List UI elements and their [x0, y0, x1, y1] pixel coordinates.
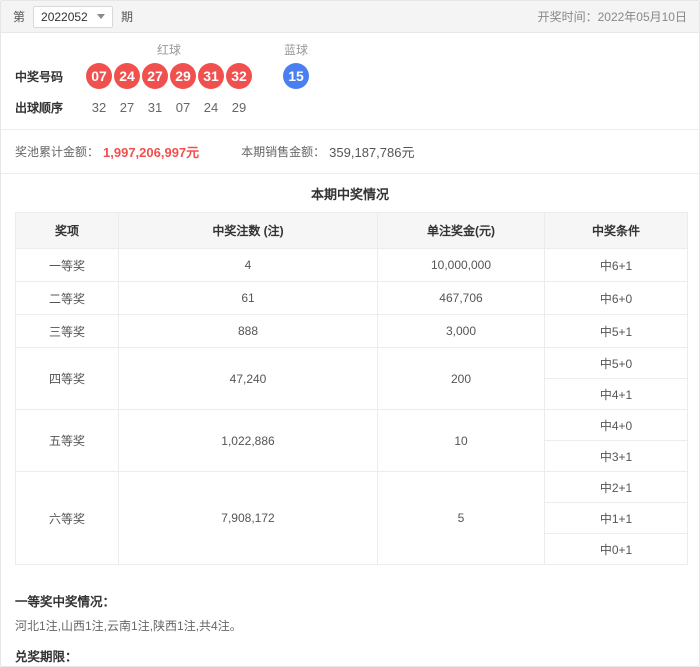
sales-label: 本期销售金额： [241, 143, 325, 160]
pool-sales-row: 奖池累计金额： 1,997,206,997元 本期销售金额： 359,187,7… [1, 129, 699, 173]
winning-numbers-label: 中奖号码 [15, 68, 86, 85]
win-condition: 中5+1 [545, 315, 688, 348]
winning-numbers-row: 中奖号码 07 24 27 29 31 32 15 [15, 63, 699, 89]
draw-order-number: 29 [226, 100, 252, 115]
red-ball: 31 [198, 63, 224, 89]
table-row: 五等奖 1,022,886 10 中4+0 [16, 410, 688, 441]
prize-amount: 10 [378, 410, 545, 472]
tier-name: 一等奖 [16, 249, 119, 282]
period-select[interactable]: 2022052 [33, 6, 113, 28]
win-condition: 中3+1 [545, 441, 688, 472]
tier-name: 三等奖 [16, 315, 119, 348]
period-select-value: 2022052 [41, 10, 88, 24]
win-condition: 中4+0 [545, 410, 688, 441]
draw-time-value: 2022年05月10日 [598, 10, 687, 24]
prize-amount: 200 [378, 348, 545, 410]
winning-numbers-section: 红球 蓝球 中奖号码 07 24 27 29 31 32 15 出球顺序 32 … [1, 33, 699, 129]
draw-order-number: 31 [142, 100, 168, 115]
red-ball: 32 [226, 63, 252, 89]
column-header-prize-tier: 奖项 [16, 213, 119, 249]
table-row: 三等奖 888 3,000 中5+1 [16, 315, 688, 348]
table-row: 一等奖 4 10,000,000 中6+1 [16, 249, 688, 282]
first-prize-distribution-title: 一等奖中奖情况： [15, 591, 685, 610]
prize-table-title: 本期中奖情况 [15, 174, 685, 212]
win-condition: 中6+1 [545, 249, 688, 282]
sales-value: 359,187,786元 [329, 142, 414, 161]
prize-table-section: 本期中奖情况 奖项 中奖注数 (注) 单注奖金(元) 中奖条件 一等奖 4 10… [1, 173, 699, 579]
win-condition: 中4+1 [545, 379, 688, 410]
column-header-prize-amount: 单注奖金(元) [378, 213, 545, 249]
winner-count: 61 [119, 282, 378, 315]
prize-amount: 467,706 [378, 282, 545, 315]
red-ball: 29 [170, 63, 196, 89]
winner-count: 888 [119, 315, 378, 348]
tier-name: 二等奖 [16, 282, 119, 315]
lottery-result-page: 第 2022052 期 开奖时间：2022年05月10日 红球 蓝球 中奖号码 … [0, 0, 700, 667]
table-row: 四等奖 47,240 200 中5+0 [16, 348, 688, 379]
first-prize-distribution-body: 河北1注,山西1注,云南1注,陕西1注,共4注。 [15, 617, 685, 635]
draw-order-row: 出球顺序 32 27 31 07 24 29 [15, 99, 699, 116]
redeem-deadline-title: 兑奖期限： [15, 646, 685, 665]
jackpot-value: 1,997,206,997元 [103, 142, 199, 161]
winner-count: 47,240 [119, 348, 378, 410]
blue-ball: 15 [283, 63, 309, 89]
draw-order-numbers: 32 27 31 07 24 29 [86, 100, 252, 115]
ball-group-labels: 红球 蓝球 [15, 41, 699, 58]
tier-name: 六等奖 [16, 472, 119, 565]
winner-count: 1,022,886 [119, 410, 378, 472]
win-condition: 中1+1 [545, 503, 688, 534]
red-ball: 24 [114, 63, 140, 89]
win-condition: 中2+1 [545, 472, 688, 503]
draw-order-number: 32 [86, 100, 112, 115]
red-balls-label: 红球 [86, 41, 252, 58]
win-condition: 中5+0 [545, 348, 688, 379]
period-selector-group: 第 2022052 期 [13, 6, 133, 28]
draw-order-number: 07 [170, 100, 196, 115]
notes-section: 一等奖中奖情况： 河北1注,山西1注,云南1注,陕西1注,共4注。 兑奖期限： … [1, 579, 699, 667]
prize-amount: 3,000 [378, 315, 545, 348]
prize-amount: 10,000,000 [378, 249, 545, 282]
jackpot-label: 奖池累计金额： [15, 143, 99, 160]
winner-count: 7,908,172 [119, 472, 378, 565]
draw-order-number: 24 [198, 100, 224, 115]
red-ball-group: 07 24 27 29 31 32 [86, 63, 252, 89]
red-ball: 07 [86, 63, 112, 89]
draw-time-label: 开奖时间： [538, 10, 598, 24]
draw-order-number: 27 [114, 100, 140, 115]
tier-name: 五等奖 [16, 410, 119, 472]
table-row: 六等奖 7,908,172 5 中2+1 [16, 472, 688, 503]
draw-time: 开奖时间：2022年05月10日 [538, 8, 687, 25]
period-prefix-label: 第 [13, 8, 25, 25]
tier-name: 四等奖 [16, 348, 119, 410]
draw-order-label: 出球顺序 [15, 99, 86, 116]
table-row: 二等奖 61 467,706 中6+0 [16, 282, 688, 315]
topbar: 第 2022052 期 开奖时间：2022年05月10日 [1, 1, 699, 33]
prize-table: 奖项 中奖注数 (注) 单注奖金(元) 中奖条件 一等奖 4 10,000,00… [15, 212, 688, 565]
winner-count: 4 [119, 249, 378, 282]
period-suffix-label: 期 [121, 8, 133, 25]
win-condition: 中0+1 [545, 534, 688, 565]
label-spacer [15, 41, 86, 58]
column-header-winner-count: 中奖注数 (注) [119, 213, 378, 249]
red-ball: 27 [142, 63, 168, 89]
chevron-down-icon [97, 14, 105, 19]
column-header-win-condition: 中奖条件 [545, 213, 688, 249]
prize-table-header-row: 奖项 中奖注数 (注) 单注奖金(元) 中奖条件 [16, 213, 688, 249]
win-condition: 中6+0 [545, 282, 688, 315]
blue-ball-label: 蓝球 [283, 41, 309, 58]
prize-amount: 5 [378, 472, 545, 565]
